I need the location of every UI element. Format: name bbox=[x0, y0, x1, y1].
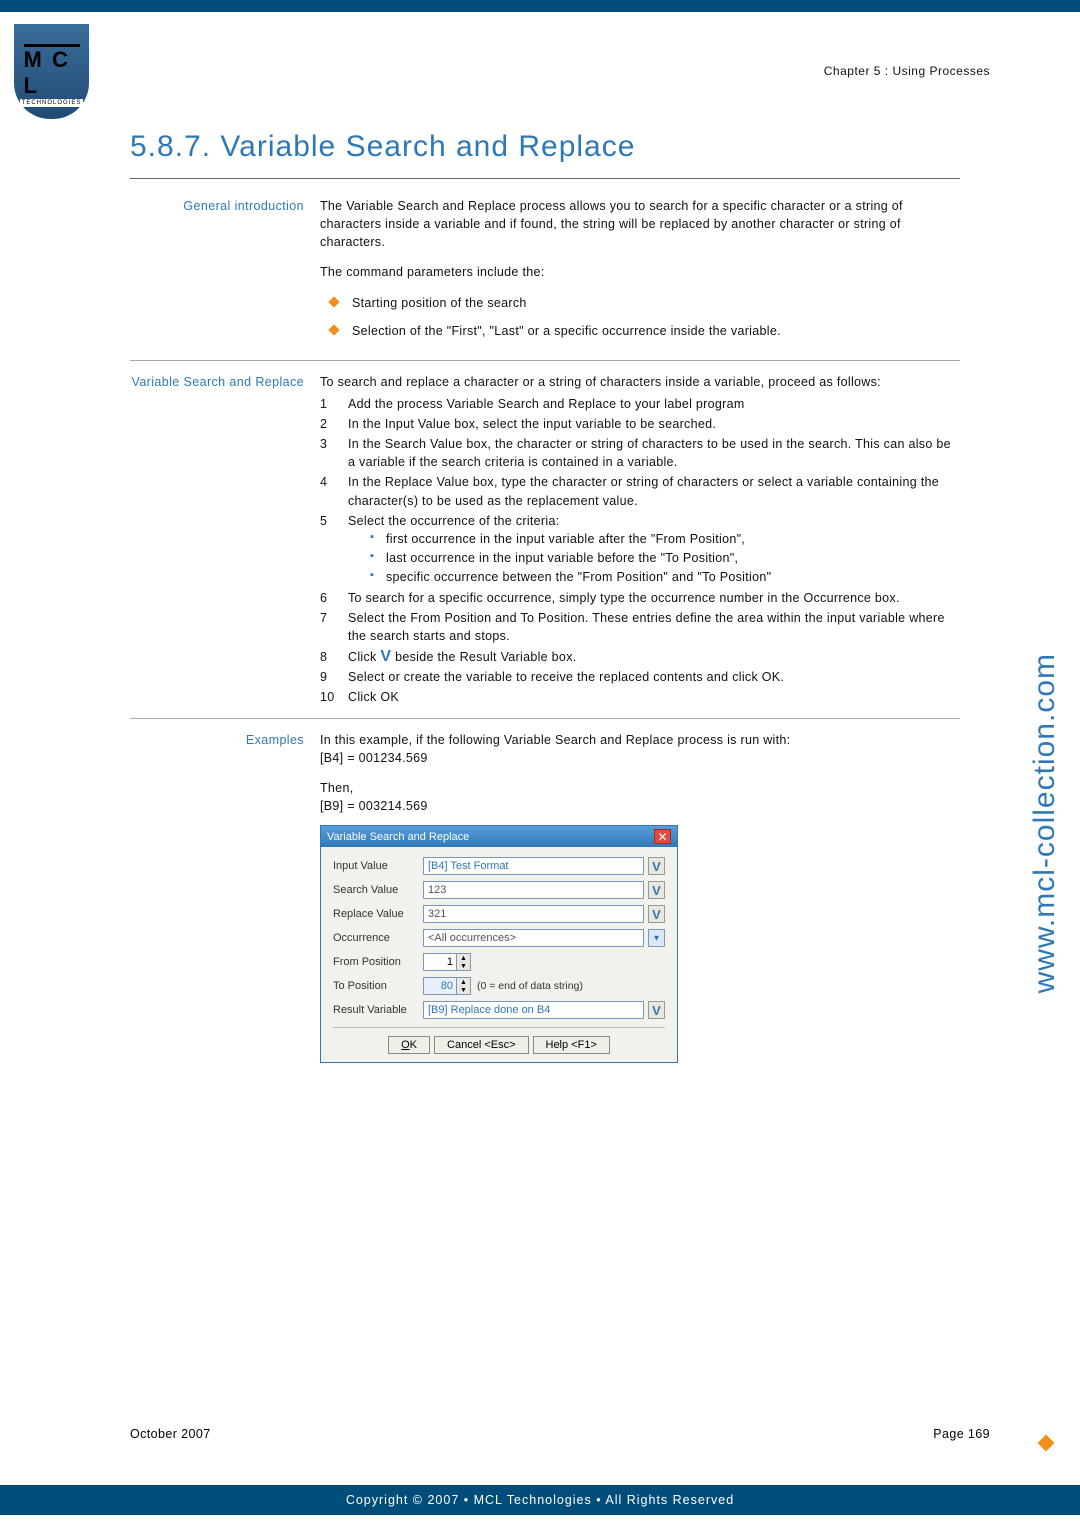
logo-text: M C L bbox=[24, 47, 80, 99]
dialog-title-text: Variable Search and Replace bbox=[327, 831, 469, 843]
input-value-field[interactable]: [B4] Test Format bbox=[423, 857, 644, 875]
section-general-introduction: General introduction The Variable Search… bbox=[130, 197, 960, 350]
intro-paragraph-2: The command parameters include the: bbox=[320, 263, 960, 281]
page-content: 5.8.7. Variable Search and Replace Gener… bbox=[130, 130, 960, 1063]
substep-text: last occurrence in the input variable be… bbox=[370, 549, 960, 567]
substep-text: first occurrence in the input variable a… bbox=[370, 530, 960, 548]
field-label: Search Value bbox=[333, 884, 423, 896]
step-text: Add the process Variable Search and Repl… bbox=[348, 395, 960, 413]
divider bbox=[130, 360, 960, 361]
section-label: General introduction bbox=[130, 197, 320, 350]
dialog-variable-search-replace: Variable Search and Replace ✕ Input Valu… bbox=[320, 825, 678, 1063]
field-label: From Position bbox=[333, 956, 423, 968]
logo-subtext: TECHNOLOGIES bbox=[20, 99, 84, 107]
to-position-value[interactable]: 80 bbox=[423, 977, 457, 995]
field-label: Input Value bbox=[333, 860, 423, 872]
step-text: Click V beside the Result Variable box. bbox=[348, 648, 960, 666]
ok-button[interactable]: OK bbox=[388, 1036, 430, 1054]
section-label: Variable Search and Replace bbox=[130, 373, 320, 708]
section-procedure: Variable Search and Replace To search an… bbox=[130, 373, 960, 708]
intro-bullet: Starting position of the search bbox=[330, 294, 960, 312]
field-label: Occurrence bbox=[333, 932, 423, 944]
variable-picker-button[interactable]: V bbox=[648, 1001, 665, 1019]
step-text: To search for a specific occurrence, sim… bbox=[348, 589, 960, 607]
variable-picker-button[interactable]: V bbox=[648, 857, 665, 875]
from-position-value[interactable]: 1 bbox=[423, 953, 457, 971]
procedure-steps: 1Add the process Variable Search and Rep… bbox=[320, 395, 960, 706]
spin-down-icon[interactable]: ▼ bbox=[457, 986, 470, 994]
step-text: Select or create the variable to receive… bbox=[348, 668, 960, 686]
page-title: 5.8.7. Variable Search and Replace bbox=[130, 130, 960, 179]
substep-text: specific occurrence between the "From Po… bbox=[370, 568, 960, 586]
replace-value-field[interactable]: 321 bbox=[423, 905, 644, 923]
step-text: Click OK bbox=[348, 688, 960, 706]
footer-page: Page 169 bbox=[933, 1427, 990, 1441]
field-label: Result Variable bbox=[333, 1004, 423, 1016]
help-button[interactable]: Help <F1> bbox=[533, 1036, 610, 1054]
spin-up-icon[interactable]: ▲ bbox=[457, 954, 470, 962]
side-url: www.mcl-collection.com bbox=[1028, 0, 1062, 1527]
step-text: In the Replace Value box, type the chara… bbox=[348, 473, 960, 509]
spin-up-icon[interactable]: ▲ bbox=[457, 978, 470, 986]
procedure-lead: To search and replace a character or a s… bbox=[320, 373, 960, 391]
section-label: Examples bbox=[130, 731, 320, 816]
top-bar bbox=[0, 0, 1080, 12]
step-text: In the Search Value box, the character o… bbox=[348, 435, 960, 471]
copyright-bar: Copyright © 2007 • MCL Technologies • Al… bbox=[0, 1485, 1080, 1515]
chevron-down-icon[interactable]: ▾ bbox=[648, 929, 665, 947]
example-equation: [B4] = 001234.569 bbox=[320, 749, 960, 767]
to-position-spinner[interactable]: 80 ▲▼ bbox=[423, 977, 471, 995]
field-label: Replace Value bbox=[333, 908, 423, 920]
spin-down-icon[interactable]: ▼ bbox=[457, 962, 470, 970]
variable-picker-button[interactable]: V bbox=[648, 905, 665, 923]
variable-v-icon: V bbox=[380, 649, 391, 665]
intro-paragraph-1: The Variable Search and Replace process … bbox=[320, 197, 960, 251]
from-position-spinner[interactable]: 1 ▲▼ bbox=[423, 953, 471, 971]
field-label: To Position bbox=[333, 980, 423, 992]
dialog-titlebar[interactable]: Variable Search and Replace ✕ bbox=[321, 826, 677, 847]
result-variable-field[interactable]: [B9] Replace done on B4 bbox=[423, 1001, 644, 1019]
chapter-label: Chapter 5 : Using Processes bbox=[824, 64, 990, 78]
occurrence-select[interactable]: <All occurrences> bbox=[423, 929, 644, 947]
step-text: Select the occurrence of the criteria: bbox=[348, 514, 560, 528]
section-examples: Examples In this example, if the followi… bbox=[130, 731, 960, 816]
step-text: In the Input Value box, select the input… bbox=[348, 415, 960, 433]
logo: M C L TECHNOLOGIES bbox=[14, 24, 89, 119]
intro-bullet: Selection of the "First", "Last" or a sp… bbox=[330, 322, 960, 340]
close-icon[interactable]: ✕ bbox=[654, 829, 671, 844]
example-equation: [B9] = 003214.569 bbox=[320, 797, 960, 815]
step-text: Select the From Position and To Position… bbox=[348, 609, 960, 645]
side-url-text: www.mcl-collection.com bbox=[1028, 533, 1062, 993]
footer-date: October 2007 bbox=[130, 1427, 211, 1441]
variable-picker-button[interactable]: V bbox=[648, 881, 665, 899]
search-value-field[interactable]: 123 bbox=[423, 881, 644, 899]
example-text: Then, bbox=[320, 779, 960, 797]
example-text: In this example, if the following Variab… bbox=[320, 731, 960, 749]
cancel-button[interactable]: Cancel <Esc> bbox=[434, 1036, 528, 1054]
divider bbox=[130, 718, 960, 719]
to-position-note: (0 = end of data string) bbox=[471, 980, 583, 992]
